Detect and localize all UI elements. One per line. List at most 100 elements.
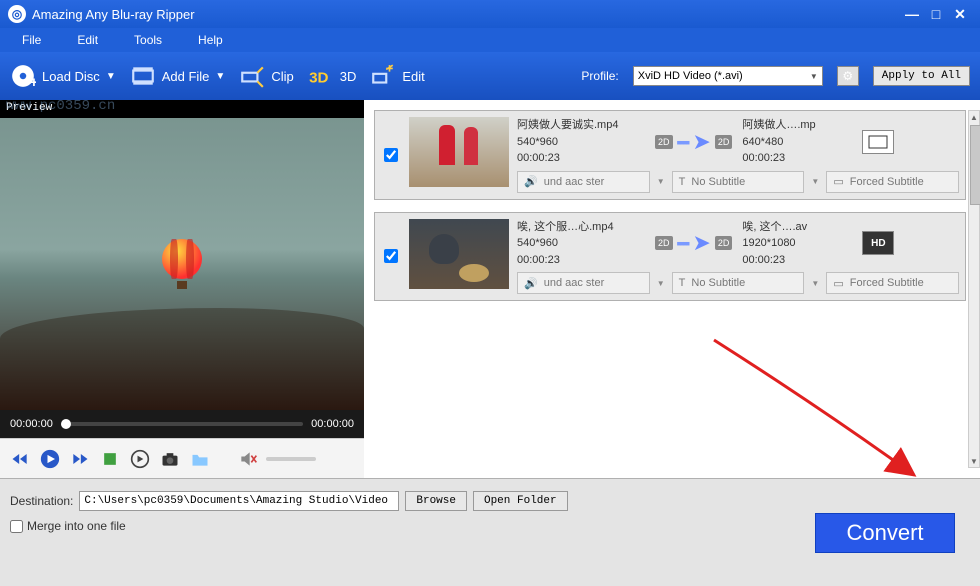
menu-edit[interactable]: Edit: [59, 33, 116, 47]
scroll-thumb[interactable]: [970, 125, 980, 205]
minimize-button[interactable]: —: [900, 6, 924, 22]
conversion-arrow: 2D ▪▪▪▪ ➤ 2D: [655, 230, 732, 256]
output-duration: 00:00:23: [742, 150, 852, 167]
load-disc-button[interactable]: + Load Disc ▼: [10, 63, 116, 89]
menu-bar: File Edit Tools Help: [0, 28, 980, 52]
profile-value: XviD HD Video (*.avi): [638, 70, 743, 82]
caption-icon: ▭: [833, 277, 843, 290]
forced-subtitle-select[interactable]: ▭Forced Subtitle: [826, 272, 959, 294]
quality-badge[interactable]: HD: [862, 231, 894, 255]
close-button[interactable]: ✕: [948, 6, 972, 23]
scrollbar[interactable]: ▲ ▼: [968, 110, 980, 468]
file-resolution: 540*960: [517, 235, 645, 252]
main-area: Preview 00:00:00 00:00:00: [0, 100, 980, 478]
mute-button[interactable]: [236, 447, 260, 471]
speaker-icon: 🔊: [524, 175, 538, 188]
text-icon: T: [679, 176, 686, 188]
output-resolution: 640*480: [742, 134, 852, 151]
app-logo: ◎: [8, 5, 26, 23]
file-checkbox[interactable]: [384, 148, 398, 162]
text-icon: T: [679, 277, 686, 289]
profile-label: Profile:: [581, 69, 618, 83]
file-item: 唉, 这个服…心.mp4 540*960 00:00:23 2D ▪▪▪▪ ➤ …: [374, 212, 966, 302]
audio-track-select[interactable]: 🔊und aac ster: [517, 272, 650, 294]
threed-label: 3D: [340, 69, 357, 84]
balloon-image: [162, 239, 202, 289]
add-file-button[interactable]: Add File ▼: [130, 63, 226, 89]
file-resolution: 540*960: [517, 134, 645, 151]
toolbar: + Load Disc ▼ Add File ▼ Clip 3D 3D Edit…: [0, 52, 980, 100]
folder-button[interactable]: [188, 447, 212, 471]
edit-button[interactable]: Edit: [370, 63, 424, 89]
edit-label: Edit: [402, 69, 424, 84]
menu-help[interactable]: Help: [180, 33, 241, 47]
maximize-button[interactable]: □: [924, 6, 948, 22]
profile-select[interactable]: XviD HD Video (*.avi) ▼: [633, 66, 823, 86]
destination-input[interactable]: [79, 491, 399, 511]
bottom-bar: Destination: Browse Open Folder Merge in…: [0, 478, 980, 586]
arrow-icon: ➤: [692, 129, 710, 155]
add-file-label: Add File: [162, 69, 210, 84]
threed-icon: 3D: [308, 63, 334, 89]
gear-icon: ⚙: [842, 69, 853, 83]
merge-label: Merge into one file: [27, 519, 126, 533]
rewind-button[interactable]: [8, 447, 32, 471]
scroll-down-icon[interactable]: ▼: [969, 455, 979, 467]
threed-button[interactable]: 3D 3D: [308, 63, 357, 89]
scroll-up-icon[interactable]: ▲: [969, 111, 979, 123]
volume-slider[interactable]: [266, 457, 316, 461]
subtitle-select[interactable]: TNo Subtitle: [672, 272, 805, 294]
time-total: 00:00:00: [311, 418, 354, 430]
annotation-arrow: [704, 330, 934, 478]
file-thumbnail[interactable]: [409, 117, 509, 187]
quality-badge[interactable]: [862, 130, 894, 154]
snapshot-button[interactable]: [158, 447, 182, 471]
menu-file[interactable]: File: [4, 33, 59, 47]
progress-bar: 00:00:00 00:00:00: [0, 410, 364, 438]
file-item: 阿姨做人要诚实.mp4 540*960 00:00:23 2D ▪▪▪▪ ➤ 2…: [374, 110, 966, 200]
output-name: 唉, 这个….av: [742, 219, 852, 236]
stop-button[interactable]: [98, 447, 122, 471]
file-name: 阿姨做人要诚实.mp4: [517, 117, 645, 134]
clip-label: Clip: [271, 69, 293, 84]
disc-icon: +: [10, 63, 36, 89]
output-duration: 00:00:23: [742, 252, 852, 269]
audio-track-select[interactable]: 🔊und aac ster: [517, 171, 650, 193]
badge-2d-out: 2D: [715, 135, 733, 149]
output-resolution: 1920*1080: [742, 235, 852, 252]
file-name: 唉, 这个服…心.mp4: [517, 219, 645, 236]
preview-pane: Preview 00:00:00 00:00:00: [0, 100, 364, 478]
speaker-icon: 🔊: [524, 277, 538, 290]
chevron-down-icon: ▼: [810, 72, 818, 81]
scissors-icon: [239, 63, 265, 89]
badge-2d-out: 2D: [715, 236, 733, 250]
merge-checkbox[interactable]: [10, 520, 23, 533]
preview-title: Preview: [0, 100, 364, 118]
open-folder-button[interactable]: Open Folder: [473, 491, 568, 511]
merge-checkbox-row[interactable]: Merge into one file: [10, 519, 800, 533]
chevron-down-icon: ▼: [215, 71, 225, 82]
file-list: 阿姨做人要诚实.mp4 540*960 00:00:23 2D ▪▪▪▪ ➤ 2…: [364, 100, 980, 478]
badge-2d-in: 2D: [655, 236, 673, 250]
chevron-down-icon: ▼: [106, 71, 116, 82]
next-button[interactable]: [128, 447, 152, 471]
load-disc-label: Load Disc: [42, 69, 100, 84]
seek-slider[interactable]: [61, 422, 303, 426]
menu-tools[interactable]: Tools: [116, 33, 180, 47]
play-button[interactable]: [38, 447, 62, 471]
title-bar: ◎ Amazing Any Blu-ray Ripper — □ ✕: [0, 0, 980, 28]
file-checkbox[interactable]: [384, 249, 398, 263]
file-thumbnail[interactable]: [409, 219, 509, 289]
preview-video: [0, 118, 364, 410]
subtitle-select[interactable]: TNo Subtitle: [672, 171, 805, 193]
apply-to-all-button[interactable]: Apply to All: [873, 66, 970, 86]
destination-label: Destination:: [10, 494, 73, 508]
settings-button[interactable]: ⚙: [837, 66, 859, 86]
forced-subtitle-select[interactable]: ▭Forced Subtitle: [826, 171, 959, 193]
forward-button[interactable]: [68, 447, 92, 471]
browse-button[interactable]: Browse: [405, 491, 467, 511]
clip-button[interactable]: Clip: [239, 63, 293, 89]
app-title: Amazing Any Blu-ray Ripper: [32, 7, 195, 22]
convert-button[interactable]: Convert: [815, 513, 955, 553]
time-current: 00:00:00: [10, 418, 53, 430]
